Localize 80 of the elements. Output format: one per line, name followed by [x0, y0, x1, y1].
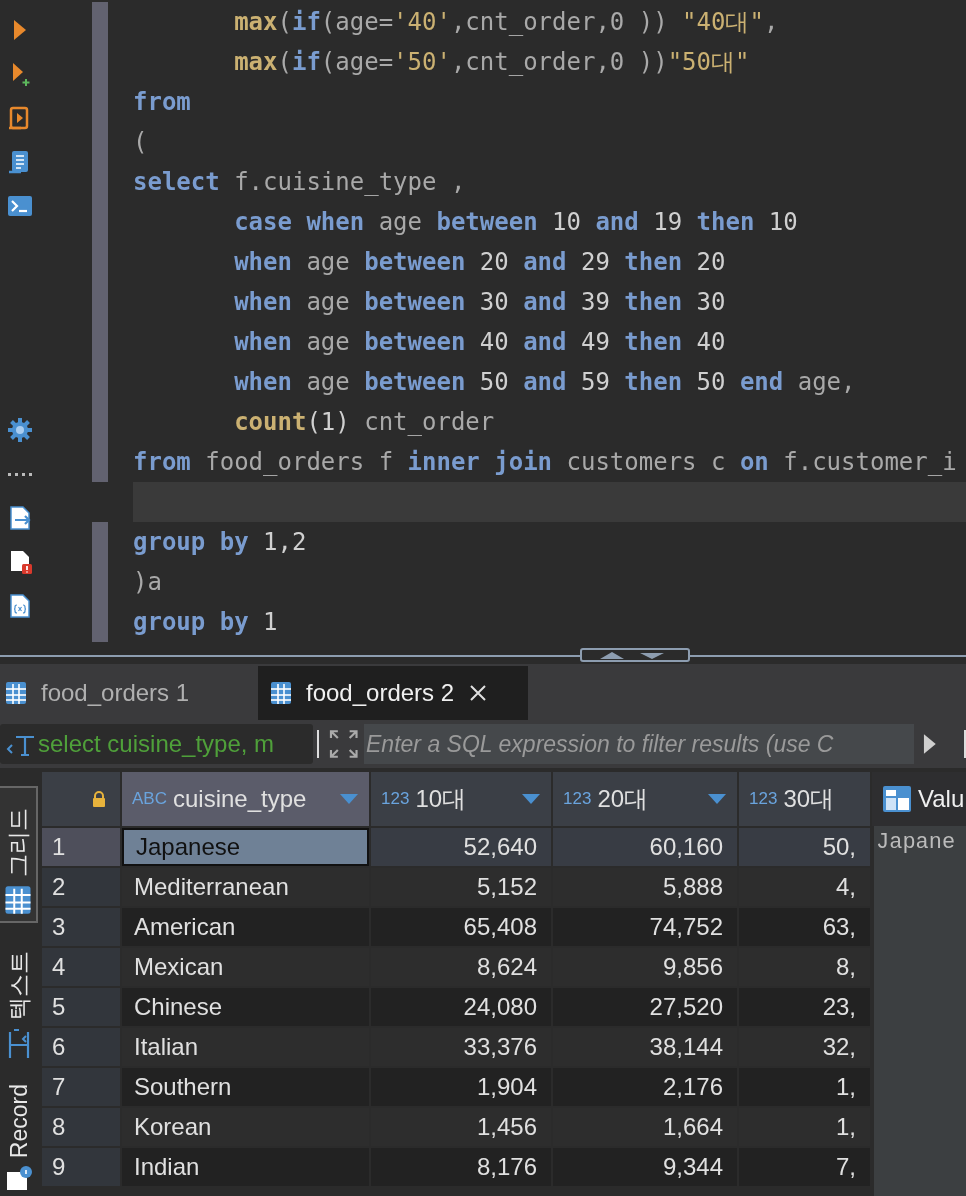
table-cell: 1,904 [371, 1068, 551, 1106]
column-name: 20대 [597, 784, 650, 814]
code-line: group by 1,2 [133, 527, 308, 558]
terminal-icon[interactable] [7, 193, 33, 219]
column-header[interactable]: 123 30대 [739, 772, 870, 826]
table-cell: 1, [739, 1068, 870, 1106]
close-icon[interactable] [468, 683, 489, 703]
table-cell: 8,176 [371, 1148, 551, 1186]
panel-title: Valu [918, 785, 965, 813]
table-cell: Chinese [122, 988, 369, 1026]
table-cell: Indian [122, 1148, 369, 1186]
record-icon [5, 1166, 33, 1191]
text-format-icon [6, 1028, 32, 1060]
table-cell: 7, [739, 1148, 870, 1186]
type-label: ABC [132, 789, 167, 809]
splitter-handle[interactable] [580, 648, 690, 662]
expand-icon[interactable] [328, 729, 358, 759]
code-line: when age between 20 and 29 then 20 [233, 247, 727, 278]
code-line: when age between 40 and 49 then 40 [233, 327, 727, 358]
type-label: 123 [749, 789, 778, 809]
row-number[interactable]: 9 [42, 1148, 120, 1186]
code-line: from food_orders f inner join customers c on f.customer_i [133, 447, 958, 478]
column-name: 10대 [415, 784, 468, 814]
table-cell: 9,344 [553, 1148, 737, 1186]
code-line: when age between 30 and 39 then 30 [233, 287, 727, 318]
type-label: 123 [381, 789, 410, 809]
code-line: count(1) cnt_order [233, 407, 496, 438]
table-icon [5, 681, 27, 705]
view-tab[interactable]: Record [0, 1068, 38, 1196]
column-name: 30대 [783, 784, 836, 814]
code-line: when age between 50 and 59 then 50 end age, [233, 367, 857, 398]
table-cell: 52,640 [371, 828, 551, 866]
table-cell: 24,080 [371, 988, 551, 1026]
table-cell: Japanese [122, 828, 369, 866]
row-number[interactable]: 1 [42, 828, 120, 866]
column-header[interactable]: 123 10대 [371, 772, 551, 826]
row-number[interactable]: 8 [42, 1108, 120, 1146]
code-line: group by 1 [133, 607, 279, 638]
code-line: from [133, 87, 192, 118]
table-cell: American [122, 908, 369, 946]
column-header[interactable]: ABC cuisine_type [122, 772, 369, 826]
view-tab[interactable]: 텍스트 [0, 935, 38, 1068]
export-icon[interactable] [7, 505, 33, 531]
row-number[interactable]: 5 [42, 988, 120, 1026]
code-line: max(if(age='50',cnt_order,0 ))"50대" [233, 47, 751, 78]
settings-icon[interactable] [7, 417, 33, 443]
dropdown-arrow-icon[interactable] [707, 793, 727, 805]
table-cell: 74,752 [553, 908, 737, 946]
filter-input[interactable]: Enter a SQL expression to filter results (use C [364, 724, 915, 764]
table-icon [270, 681, 292, 705]
type-label: 123 [563, 789, 592, 809]
table-cell: 2,176 [553, 1068, 737, 1106]
row-number[interactable]: 6 [42, 1028, 120, 1066]
code-line: )a [133, 567, 163, 598]
table-cell: 27,520 [553, 988, 737, 1026]
row-number[interactable]: 7 [42, 1068, 120, 1106]
table-cell: 23, [739, 988, 870, 1026]
dropdown-arrow-icon[interactable] [521, 793, 541, 805]
code-line: max(if(age='40',cnt_order,0 )) "40대", [233, 7, 780, 38]
table-cell: 63, [739, 908, 870, 946]
view-tab[interactable]: 그리드 [0, 786, 38, 923]
row-number[interactable]: 4 [42, 948, 120, 986]
panel-icon [882, 785, 912, 813]
table-cell: Southern [122, 1068, 369, 1106]
code-line: ( [133, 127, 149, 158]
row-number[interactable]: 2 [42, 868, 120, 906]
result-tab[interactable]: food_orders 2 [258, 666, 528, 720]
value-text: Japane [876, 830, 956, 855]
query-text-field[interactable]: select cuisine_type, m [0, 724, 313, 764]
table-cell: 50, [739, 828, 870, 866]
code-line: select f.cuisine_type , [133, 167, 467, 198]
variables-file-icon[interactable] [7, 593, 33, 619]
row-number[interactable]: 3 [42, 908, 120, 946]
grid-icon [3, 885, 33, 915]
lock-icon [92, 791, 106, 807]
code-line: case when age between 10 and 19 then 10 [233, 207, 799, 238]
table-cell: 60,160 [553, 828, 737, 866]
column-name: cuisine_type [172, 785, 308, 813]
table-cell: 65,408 [371, 908, 551, 946]
column-header[interactable]: 123 20대 [553, 772, 737, 826]
